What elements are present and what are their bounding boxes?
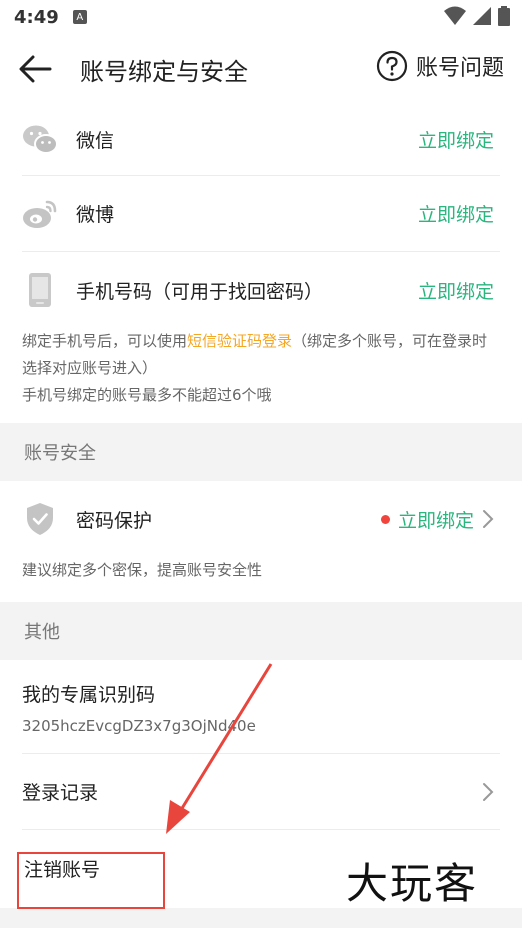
wechat-icon (22, 122, 58, 158)
phone-icon (22, 272, 58, 308)
battery-icon (498, 6, 510, 26)
sms-login-link[interactable]: 短信验证码登录 (187, 332, 292, 350)
notification-badge: A (72, 10, 87, 24)
wechat-label: 微信 (76, 130, 115, 152)
annotation-highlight-box (17, 852, 165, 909)
password-protection-row[interactable]: 密码保护 立即绑定 (22, 481, 500, 557)
question-circle-icon (376, 50, 408, 82)
help-label: 账号问题 (415, 56, 504, 81)
status-time: 4:49 (14, 6, 59, 28)
bindings-card: 微信 立即绑定 微博 立即绑定 手机号码（可用于找回密码） 立即绑定 绑定手机号… (0, 104, 522, 423)
personal-code-row: 我的专属识别码 3205hczEvcgDZ3x7g3OjNd40e (22, 660, 500, 754)
password-protection-label: 密码保护 (76, 509, 153, 532)
phone-bind-button[interactable]: 立即绑定 (418, 277, 494, 304)
bind-hint-limit: 手机号绑定的账号最多不能超过6个哦 (22, 386, 272, 404)
password-protection-action[interactable]: 立即绑定 (380, 506, 494, 533)
login-record-chevron (482, 782, 494, 802)
back-arrow-icon (19, 55, 52, 83)
weibo-label: 微博 (76, 204, 115, 226)
security-hint: 建议绑定多个密保，提高账号安全性 (22, 561, 263, 579)
account-help-button[interactable]: 账号问题 (376, 50, 504, 82)
personal-code-title: 我的专属识别码 (22, 684, 156, 706)
signal-icon (473, 7, 491, 25)
shield-icon (22, 501, 58, 537)
chevron-right-icon (483, 510, 494, 528)
red-dot-badge (380, 514, 390, 524)
watermark-logo: 大玩客 (346, 859, 479, 908)
status-icons (444, 6, 510, 26)
other-section-title: 其他 (0, 602, 522, 660)
weibo-bind-row[interactable]: 微博 立即绑定 (22, 176, 500, 252)
wechat-bind-button[interactable]: 立即绑定 (418, 126, 494, 153)
weibo-bind-button[interactable]: 立即绑定 (418, 200, 494, 227)
status-bar: 4:49 A (0, 0, 522, 34)
phone-label: 手机号码（可用于找回密码） (76, 280, 324, 303)
wifi-icon (444, 6, 466, 25)
password-bind-label: 立即绑定 (397, 509, 474, 532)
chevron-right-icon (483, 782, 494, 801)
security-section-title: 账号安全 (0, 423, 522, 481)
personal-code-value: 3205hczEvcgDZ3x7g3OjNd40e (22, 717, 256, 735)
bind-hint: 绑定手机号后，可以使用短信验证码登录（绑定多个账号，可在登录时选择对应账号进入）… (0, 328, 522, 409)
login-record-row[interactable]: 登录记录 (22, 754, 500, 830)
back-button[interactable] (0, 34, 70, 104)
wechat-bind-row[interactable]: 微信 立即绑定 (22, 104, 500, 176)
login-record-label: 登录记录 (22, 782, 99, 804)
bind-hint-text-1: 绑定手机号后，可以使用 (22, 332, 188, 350)
weibo-icon (22, 196, 58, 232)
security-card: 密码保护 立即绑定 建议绑定多个密保，提高账号安全性 (0, 481, 522, 602)
page-title: 账号绑定与安全 (80, 57, 248, 86)
phone-bind-row[interactable]: 手机号码（可用于找回密码） 立即绑定 (22, 252, 500, 328)
app-header: 账号绑定与安全 账号问题 (0, 34, 522, 104)
